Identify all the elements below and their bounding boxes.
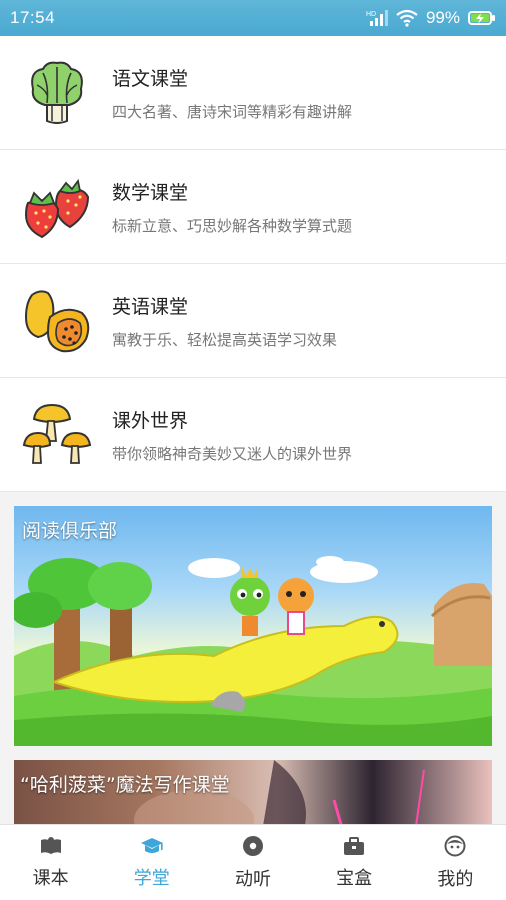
disc-icon: [242, 835, 264, 861]
signal-icon: HD: [366, 9, 388, 27]
course-item-extracurricular[interactable]: 课外世界 带你领略神奇美妙又迷人的课外世界: [0, 378, 506, 492]
papaya-icon: [22, 286, 92, 356]
course-item-math[interactable]: 数学课堂 标新立意、巧思妙解各种数学算式题: [0, 150, 506, 264]
wifi-icon: [396, 9, 418, 27]
tab-label: 宝盒: [336, 867, 373, 889]
graduation-cap-icon: [140, 836, 164, 860]
writing-class-banner[interactable]: “哈利菠菜”魔法写作课堂: [14, 760, 492, 824]
course-item-english[interactable]: 英语课堂 寓教于乐、轻松提高英语学习效果: [0, 264, 506, 378]
strawberry-icon: [22, 172, 92, 242]
course-subtitle: 带你领略神奇美妙又迷人的课外世界: [112, 444, 353, 463]
tab-profile[interactable]: 我的: [410, 835, 500, 891]
status-time: 17:54: [10, 8, 56, 27]
reading-club-banner[interactable]: 阅读俱乐部: [14, 506, 492, 746]
tab-label: 我的: [437, 868, 474, 890]
course-subtitle: 标新立意、巧思妙解各种数学算式题: [112, 216, 353, 235]
tab-textbook[interactable]: 课本: [6, 836, 96, 890]
course-title: 数学课堂: [112, 181, 189, 204]
status-bar: 17:54 HD 99%: [0, 0, 506, 36]
tab-toolbox[interactable]: 宝盒: [309, 836, 399, 890]
course-title: 英语课堂: [112, 295, 189, 318]
course-list: 语文课堂 四大名著、唐诗宋词等精彩有趣讲解 数学课堂 标新立意、巧思妙解各种数学…: [0, 36, 506, 492]
course-title: 语文课堂: [112, 67, 189, 90]
tab-label: 课本: [32, 867, 69, 889]
tab-label: 学堂: [133, 867, 170, 889]
course-subtitle: 四大名著、唐诗宋词等精彩有趣讲解: [112, 102, 353, 121]
tab-label: 动听: [234, 868, 271, 890]
tab-classroom[interactable]: 学堂: [107, 836, 197, 890]
mushroom-icon: [22, 400, 92, 470]
battery-percent: 99%: [425, 8, 460, 27]
battery-charging-icon: [468, 10, 496, 26]
banner-title: “哈利菠菜”魔法写作课堂: [20, 774, 230, 796]
toolbox-icon: [343, 836, 365, 860]
banner-title: 阅读俱乐部: [22, 520, 118, 542]
banner-section: 阅读俱乐部 “哈利菠菜”魔法写作课堂: [0, 492, 506, 824]
bottom-tab-bar: 课本 学堂 动听 宝盒 我的: [0, 824, 506, 900]
content-area[interactable]: 语文课堂 四大名著、唐诗宋词等精彩有趣讲解 数学课堂 标新立意、巧思妙解各种数学…: [0, 36, 506, 824]
network-label: HD: [366, 11, 376, 18]
face-icon: [444, 835, 466, 861]
cabbage-icon: [22, 58, 92, 128]
course-subtitle: 寓教于乐、轻松提高英语学习效果: [112, 330, 338, 349]
course-item-chinese[interactable]: 语文课堂 四大名著、唐诗宋词等精彩有趣讲解: [0, 36, 506, 150]
course-title: 课外世界: [112, 409, 189, 432]
book-icon: [40, 836, 62, 860]
tab-listen[interactable]: 动听: [208, 835, 298, 891]
status-icons: HD 99%: [366, 8, 496, 28]
